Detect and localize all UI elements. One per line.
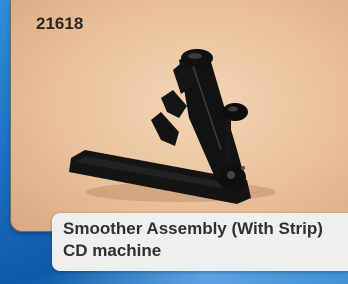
product-caption: Smoother Assembly (With Strip) CD machin… — [52, 213, 348, 271]
smoother-assembly-image — [69, 49, 276, 204]
product-title: Smoother Assembly (With Strip) — [63, 219, 323, 238]
part-number-label: 21618 — [36, 14, 84, 33]
product-photo-card[interactable]: 21618 — [10, 0, 348, 232]
product-subtitle: CD machine — [63, 241, 162, 260]
